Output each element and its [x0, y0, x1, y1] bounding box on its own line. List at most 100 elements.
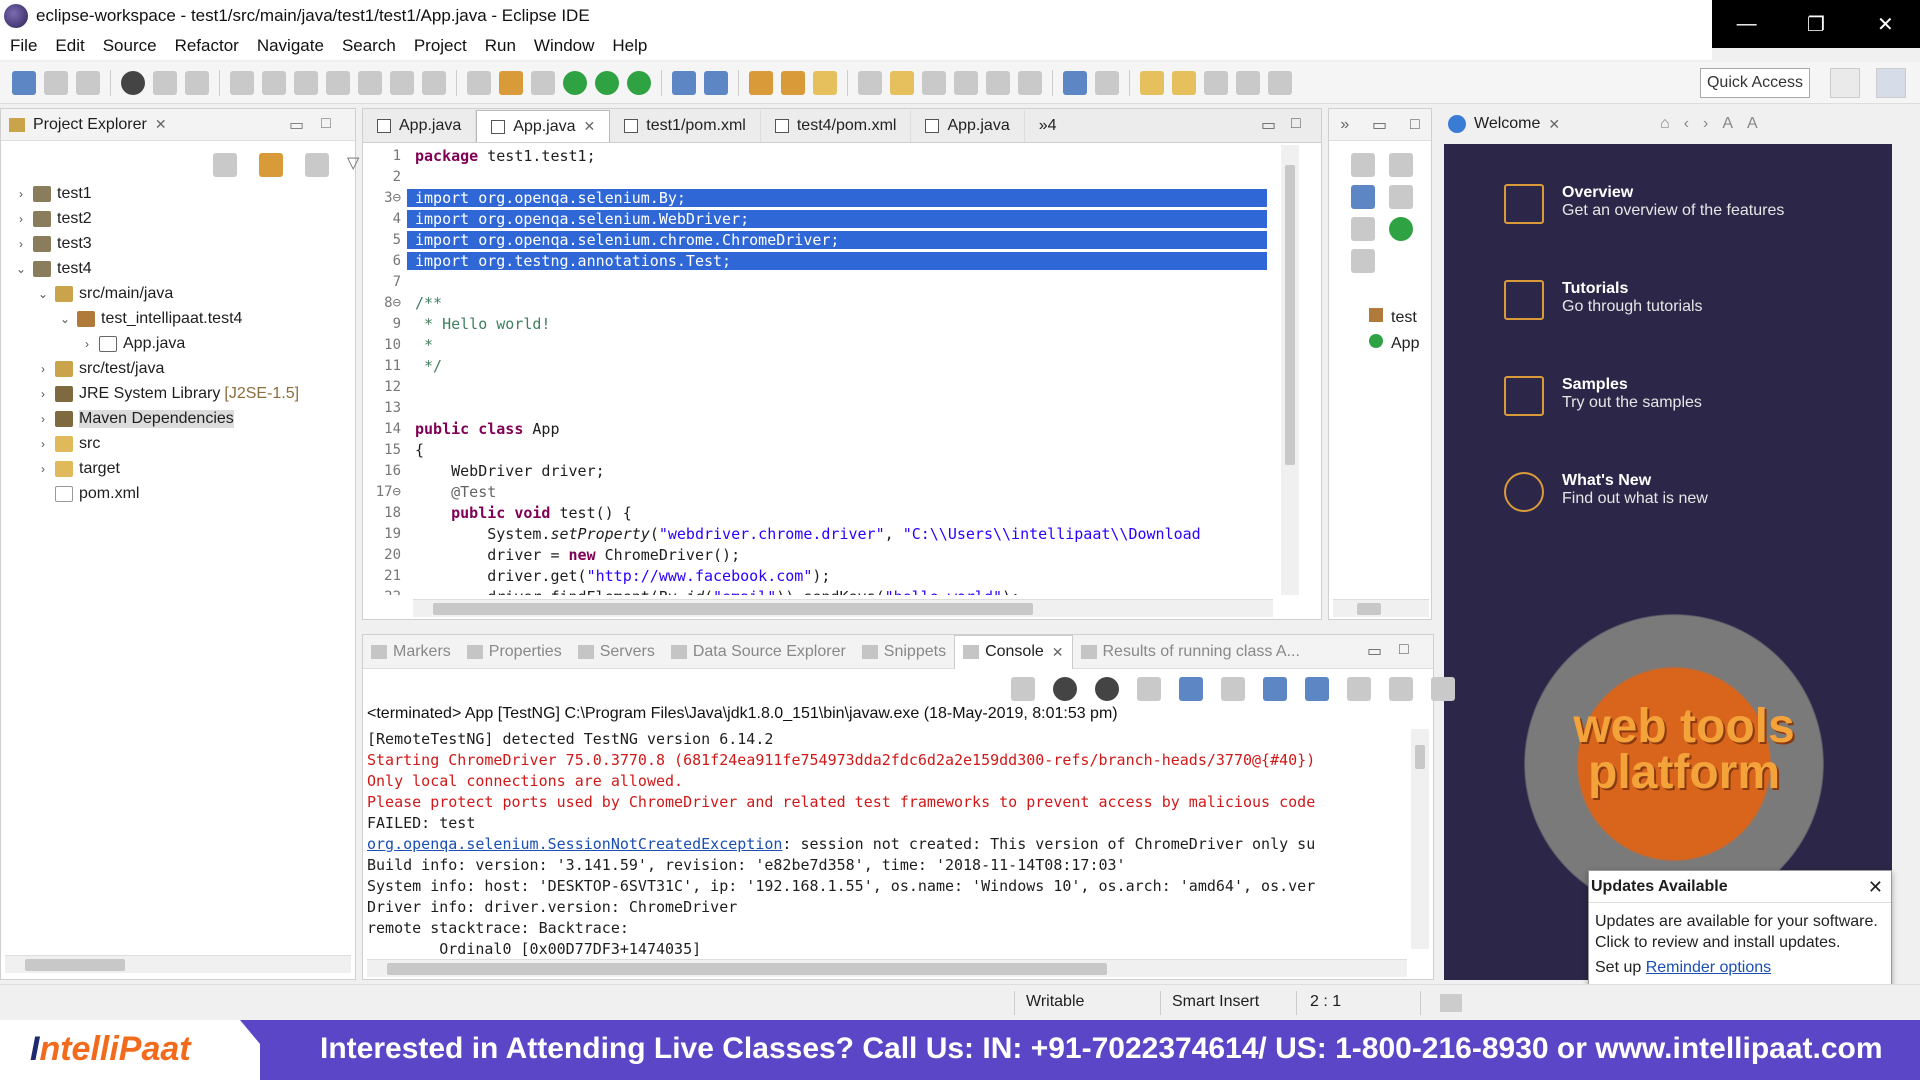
chevron-down-icon[interactable]: ⌄ [35, 287, 51, 301]
maximize-icon[interactable]: □ [1291, 115, 1301, 133]
console-tab[interactable]: Snippets [854, 643, 954, 661]
mark-occurrences-icon[interactable] [890, 70, 914, 95]
view-menu-icon[interactable]: ▽ [347, 153, 359, 177]
java-ee-perspective-icon[interactable] [1876, 68, 1906, 98]
chevron-right-icon[interactable]: › [35, 412, 51, 426]
welcome-samples[interactable]: Samples Try out the samples [1504, 376, 1702, 416]
welcome-title[interactable]: Welcome [1474, 115, 1540, 133]
tree-item[interactable]: › test2 [1, 206, 351, 231]
debug-icon[interactable] [531, 70, 555, 95]
menu-run[interactable]: Run [479, 36, 528, 56]
console-tab[interactable]: Markers [363, 643, 459, 661]
outline-item[interactable]: App [1369, 331, 1419, 357]
new-java-class-icon[interactable] [704, 70, 728, 95]
toggle-breadcrumb-icon[interactable] [858, 70, 882, 95]
pilcrow-icon[interactable] [1018, 70, 1042, 95]
project-explorer-title[interactable]: Project Explorer [33, 116, 147, 134]
word-wrap-icon[interactable] [1221, 677, 1245, 701]
use-step-filters-icon[interactable] [499, 70, 523, 95]
pin-console-icon[interactable] [1347, 677, 1371, 701]
scroll-lock-icon[interactable] [1179, 677, 1203, 701]
open-task-icon[interactable] [781, 70, 805, 95]
menu-file[interactable]: File [4, 36, 49, 56]
code-line[interactable]: 19 System.setProperty("webdriver.chrome.… [363, 523, 1283, 544]
sort-icon[interactable] [1351, 185, 1375, 209]
menu-project[interactable]: Project [408, 36, 479, 56]
scrollbar-thumb[interactable] [387, 963, 1107, 975]
remove-all-icon[interactable] [1095, 677, 1119, 701]
close-icon[interactable]: ✕ [1052, 644, 1064, 661]
status-insert-mode[interactable]: Smart Insert [1172, 993, 1259, 1011]
word-wrap-icon[interactable] [954, 70, 978, 95]
chevron-right-icon[interactable]: › [13, 187, 29, 201]
editor-tab[interactable]: App.java ✕ [476, 110, 611, 142]
tree-item[interactable]: › src/test/java [1, 356, 351, 381]
code-line[interactable]: 14 public class App [363, 418, 1283, 439]
code-line[interactable]: 13 [363, 397, 1283, 418]
menu-edit[interactable]: Edit [49, 36, 96, 56]
previous-annotation-icon[interactable] [1172, 70, 1196, 95]
close-icon[interactable]: ✕ [155, 116, 167, 133]
editor-tab[interactable]: App.java [911, 110, 1025, 142]
scrollbar-thumb[interactable] [1285, 165, 1295, 465]
scrollbar-thumb[interactable] [1415, 745, 1425, 769]
step-return-icon[interactable] [422, 70, 446, 95]
restore-button[interactable]: ❐ [1781, 0, 1850, 48]
code-line[interactable]: 12 [363, 376, 1283, 397]
code-line[interactable]: 7 [363, 271, 1283, 292]
chevron-right-icon[interactable]: › [35, 387, 51, 401]
back-icon[interactable] [1236, 70, 1260, 95]
pin-editor-icon[interactable] [1095, 70, 1119, 95]
code-line[interactable]: 17⊖ @Test [363, 481, 1283, 502]
skip-breakpoints-icon[interactable] [185, 70, 209, 95]
drop-to-frame-icon[interactable] [467, 70, 491, 95]
code-line[interactable]: 10 * [363, 334, 1283, 355]
external-tools-icon[interactable] [627, 70, 651, 95]
close-icon[interactable]: ✕ [1548, 116, 1560, 133]
console-tab[interactable]: Results of running class A... [1073, 643, 1308, 661]
tab-overflow[interactable]: »4 [1025, 110, 1071, 142]
quick-access-input[interactable]: Quick Access [1700, 68, 1810, 98]
focus-icon[interactable] [305, 153, 329, 177]
outline-tab-icon[interactable]: » [1340, 116, 1349, 134]
collapse-all-icon[interactable] [1389, 153, 1413, 177]
show-whitespace-icon[interactable] [986, 70, 1010, 95]
search-icon[interactable] [813, 70, 837, 95]
link-editor-icon[interactable] [1351, 249, 1375, 273]
console-output[interactable]: [RemoteTestNG] detected TestNG version 6… [367, 729, 1407, 960]
hide-static-icon[interactable] [1389, 185, 1413, 209]
tree-item[interactable]: ⌄ test_intellipaat.test4 [1, 306, 351, 331]
horizontal-scrollbar[interactable] [367, 959, 1407, 977]
suspend-icon[interactable] [262, 70, 286, 95]
show-on-stderr-icon[interactable] [1305, 677, 1329, 701]
display-console-icon[interactable] [1389, 677, 1413, 701]
code-line[interactable]: 15 { [363, 439, 1283, 460]
editor-tab[interactable]: test4/pom.xml [761, 110, 912, 142]
forward-icon[interactable] [1268, 70, 1292, 95]
next-annotation-icon[interactable] [1140, 70, 1164, 95]
vertical-scrollbar[interactable] [1894, 144, 1912, 944]
chevron-right-icon[interactable]: › [35, 437, 51, 451]
link-with-editor-icon[interactable] [259, 153, 283, 177]
chevron-right-icon[interactable]: › [13, 212, 29, 226]
reminder-options-link[interactable]: Reminder options [1646, 959, 1771, 976]
tree-item[interactable]: › test3 [1, 231, 351, 256]
vertical-scrollbar[interactable] [1281, 145, 1299, 595]
resume-icon[interactable] [230, 70, 254, 95]
close-button[interactable]: ✕ [1851, 0, 1920, 48]
open-perspective-icon[interactable] [1830, 68, 1860, 98]
tree-item[interactable]: pom.xml [1, 481, 351, 506]
clear-console-icon[interactable] [1137, 677, 1161, 701]
debug-perspective-icon[interactable] [121, 70, 145, 95]
scrollbar-thumb[interactable] [25, 959, 125, 971]
chevron-right-icon[interactable]: › [13, 237, 29, 251]
horizontal-scrollbar[interactable] [5, 955, 351, 973]
coverage-icon[interactable] [595, 70, 619, 95]
tree-item[interactable]: ⌄ test4 [1, 256, 351, 281]
menu-source[interactable]: Source [97, 36, 169, 56]
editor-tab[interactable]: test1/pom.xml [610, 110, 761, 142]
horizontal-scrollbar[interactable] [1333, 599, 1429, 617]
close-icon[interactable]: ✕ [584, 118, 596, 135]
code-line[interactable]: 16 WebDriver driver; [363, 460, 1283, 481]
remove-launch-icon[interactable] [1053, 677, 1077, 701]
